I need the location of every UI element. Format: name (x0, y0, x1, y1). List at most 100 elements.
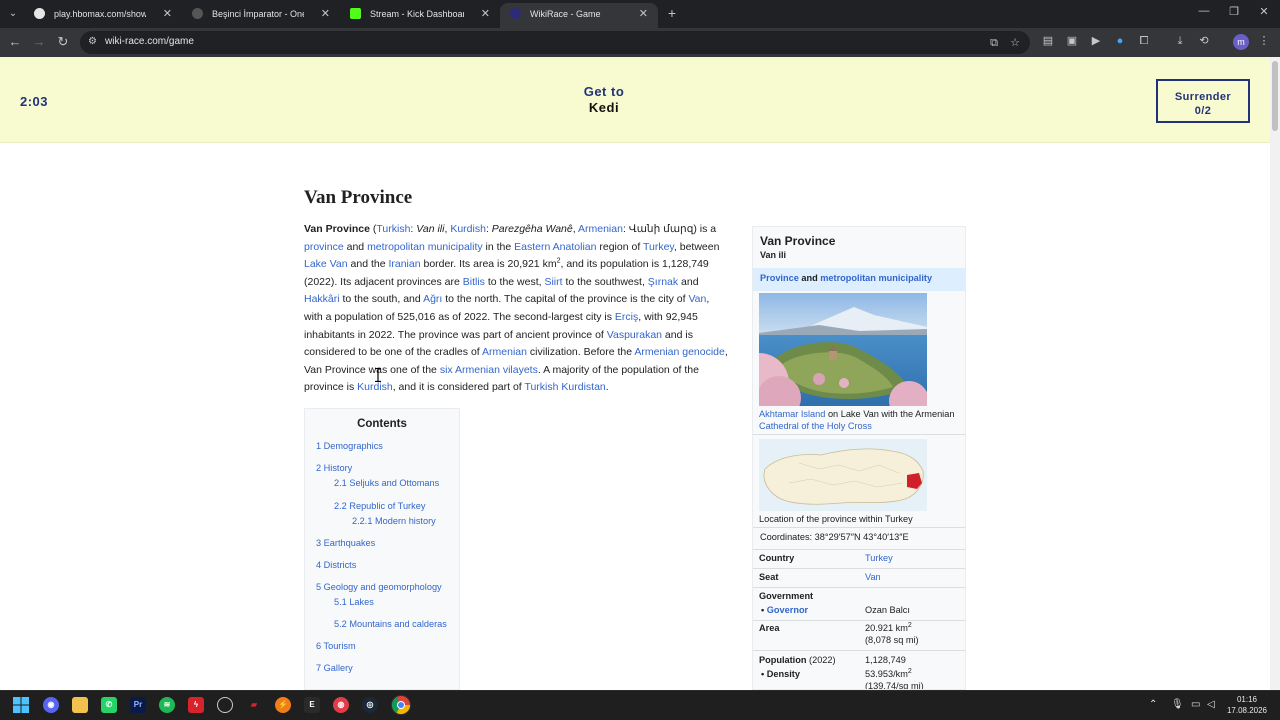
spotify-icon[interactable]: ≋ (159, 697, 175, 713)
link-turkish-kurdistan[interactable]: Turkish Kurdistan (524, 381, 605, 393)
toc-item[interactable]: 2.2.1 Modern history (352, 516, 436, 526)
extension-icon[interactable]: ▣ (1065, 34, 1079, 48)
infobox-key: Seat (759, 572, 779, 582)
goal-label: Get to (583, 84, 625, 99)
forward-arrow-icon[interactable]: → (31, 34, 47, 50)
app-icon[interactable]: ⚡ (275, 697, 291, 713)
link-hakkari[interactable]: Hakkâri (304, 293, 340, 305)
toc-item[interactable]: 5.1 Lakes (334, 597, 374, 607)
link-turkish[interactable]: Turkish (376, 223, 410, 235)
new-tab-plus-icon[interactable]: + (664, 5, 680, 21)
link-kurdish[interactable]: Kurdish (450, 223, 486, 235)
tab-close-icon[interactable]: ✕ (481, 3, 490, 25)
address-bar[interactable]: ⚙ wiki-race.com/game ⧉ ☆ (80, 31, 1030, 54)
link-siirt[interactable]: Siirt (544, 276, 562, 288)
link-lake-van[interactable]: Lake Van (304, 258, 348, 270)
url-text[interactable]: wiki-race.com/game (105, 36, 194, 47)
volume-icon[interactable]: ◁ (1207, 699, 1215, 710)
discord-icon[interactable]: ◉ (43, 697, 59, 713)
toc-item[interactable]: 2.2 Republic of Turkey (334, 501, 425, 511)
page-scrollbar[interactable] (1270, 57, 1280, 690)
link-iranian[interactable]: Iranian (388, 258, 420, 270)
minimize-icon[interactable]: — (1196, 5, 1212, 17)
link-armenian-2[interactable]: Armenian (482, 346, 527, 358)
link-cathedral-holy-cross[interactable]: Cathedral of the Holy Cross (759, 421, 872, 431)
display-icon[interactable]: ▭ (1191, 699, 1200, 710)
tab-search-icon[interactable]: ⌄ (4, 5, 22, 23)
steam-icon[interactable]: ◎ (362, 697, 378, 713)
bookmark-star-icon[interactable]: ☆ (1008, 36, 1022, 50)
link-vaspurakan[interactable]: Vaspurakan (607, 329, 662, 341)
toc-item[interactable]: 5.2 Mountains and calderas (334, 619, 447, 629)
restore-icon[interactable]: ❐ (1226, 5, 1242, 18)
tray-chevron-icon[interactable]: ⌃ (1149, 699, 1157, 710)
link-turkey-infobox[interactable]: Turkey (865, 553, 893, 563)
surrender-button[interactable]: Surrender 0/2 (1156, 79, 1250, 123)
superscript: 2 (907, 621, 912, 629)
link-turkey[interactable]: Turkey (643, 241, 674, 253)
link-sirnak[interactable]: Şırnak (648, 276, 678, 288)
back-arrow-icon[interactable]: ← (7, 34, 23, 50)
chrome-icon[interactable] (391, 695, 411, 715)
extension-icon[interactable]: ● (1113, 34, 1127, 48)
app-icon[interactable]: ◍ (333, 697, 349, 713)
site-info-icon[interactable]: ⚙ (88, 36, 97, 47)
link-kurdish-2[interactable]: Kurdish (357, 381, 393, 393)
link-six-armenian-vilayets[interactable]: six Armenian vilayets (440, 364, 538, 376)
windows-start-icon[interactable] (13, 697, 29, 713)
link-metropolitan-municipality-infobox[interactable]: metropolitan municipality (820, 273, 932, 283)
scrollbar-thumb[interactable] (1272, 61, 1278, 131)
download-icon[interactable]: ⤓ (1173, 34, 1187, 48)
toc-item[interactable]: 2 History (316, 463, 352, 473)
tab-close-icon[interactable]: ✕ (639, 3, 648, 25)
turkey-locator-map[interactable] (759, 439, 927, 511)
tab-wikirace[interactable]: WikiRace - Game ✕ (500, 3, 658, 28)
taskbar-clock[interactable]: 01:16 17.08.2026 (1222, 694, 1272, 716)
toc-item[interactable]: 5 Geology and geomorphology (316, 582, 442, 592)
link-ercis[interactable]: Erciş (615, 311, 638, 323)
microphone-icon[interactable]: 🎙 (1171, 699, 1184, 710)
link-province[interactable]: province (304, 241, 344, 253)
history-icon[interactable]: ⟲ (1197, 34, 1211, 48)
link-van[interactable]: Van (688, 293, 706, 305)
file-explorer-icon[interactable] (72, 697, 88, 713)
superscript: 2 (907, 667, 912, 675)
link-armenian-genocide[interactable]: Armenian genocide (634, 346, 724, 358)
link-agri[interactable]: Ağrı (423, 293, 442, 305)
toc-item[interactable]: 4 Districts (316, 560, 356, 570)
link-governor[interactable]: Governor (767, 605, 808, 615)
toc-item[interactable]: 7 Gallery (316, 663, 353, 673)
link-akhtamar-island[interactable]: Akhtamar Island (759, 409, 825, 419)
tab-close-icon[interactable]: ✕ (321, 3, 330, 25)
premiere-pro-icon[interactable]: Pr (130, 697, 146, 713)
extensions-puzzle-icon[interactable]: ⧠ (1137, 34, 1151, 48)
link-bitlis[interactable]: Bitlis (463, 276, 485, 288)
toc-item[interactable]: 2.1 Seljuks and Ottomans (334, 478, 439, 488)
toc-item[interactable]: 6 Tourism (316, 641, 356, 651)
profile-avatar[interactable]: m (1233, 34, 1249, 50)
translate-icon[interactable]: ⧉ (987, 36, 1001, 50)
reload-icon[interactable]: ↻ (55, 34, 71, 50)
whatsapp-icon[interactable]: ✆ (101, 697, 117, 713)
app-icon[interactable] (217, 697, 233, 713)
app-icon[interactable]: ϟ (188, 697, 204, 713)
app-icon[interactable]: ▰ (246, 697, 262, 713)
link-eastern-anatolian[interactable]: Eastern Anatolian (514, 241, 596, 253)
tab-one-pace[interactable]: Beşinci İmparator - One Pace Tü ✕ (182, 3, 340, 28)
toc-item[interactable]: 3 Earthquakes (316, 538, 375, 548)
link-armenian[interactable]: Armenian (578, 223, 623, 235)
browser-menu-icon[interactable]: ⋮ (1257, 34, 1271, 48)
epic-games-icon[interactable]: E (304, 697, 320, 713)
link-van-infobox[interactable]: Van (865, 572, 881, 582)
extension-icon[interactable]: ▤ (1041, 34, 1055, 48)
link-province-infobox[interactable]: Province (760, 273, 799, 283)
akhtamar-island-photo[interactable] (759, 293, 927, 406)
close-window-icon[interactable]: ✕ (1256, 5, 1272, 18)
link-metropolitan-municipality[interactable]: metropolitan municipality (367, 241, 483, 253)
lead-text: , between (673, 240, 720, 253)
tab-kick-dashboard[interactable]: Stream - Kick Dashboard ✕ (340, 3, 500, 28)
tab-hbomax[interactable]: play.hbomax.com/show/818c3d ✕ (24, 3, 182, 28)
toc-item[interactable]: 1 Demographics (316, 441, 383, 451)
extension-icon[interactable]: ▶ (1089, 34, 1103, 48)
tab-close-icon[interactable]: ✕ (163, 3, 172, 25)
